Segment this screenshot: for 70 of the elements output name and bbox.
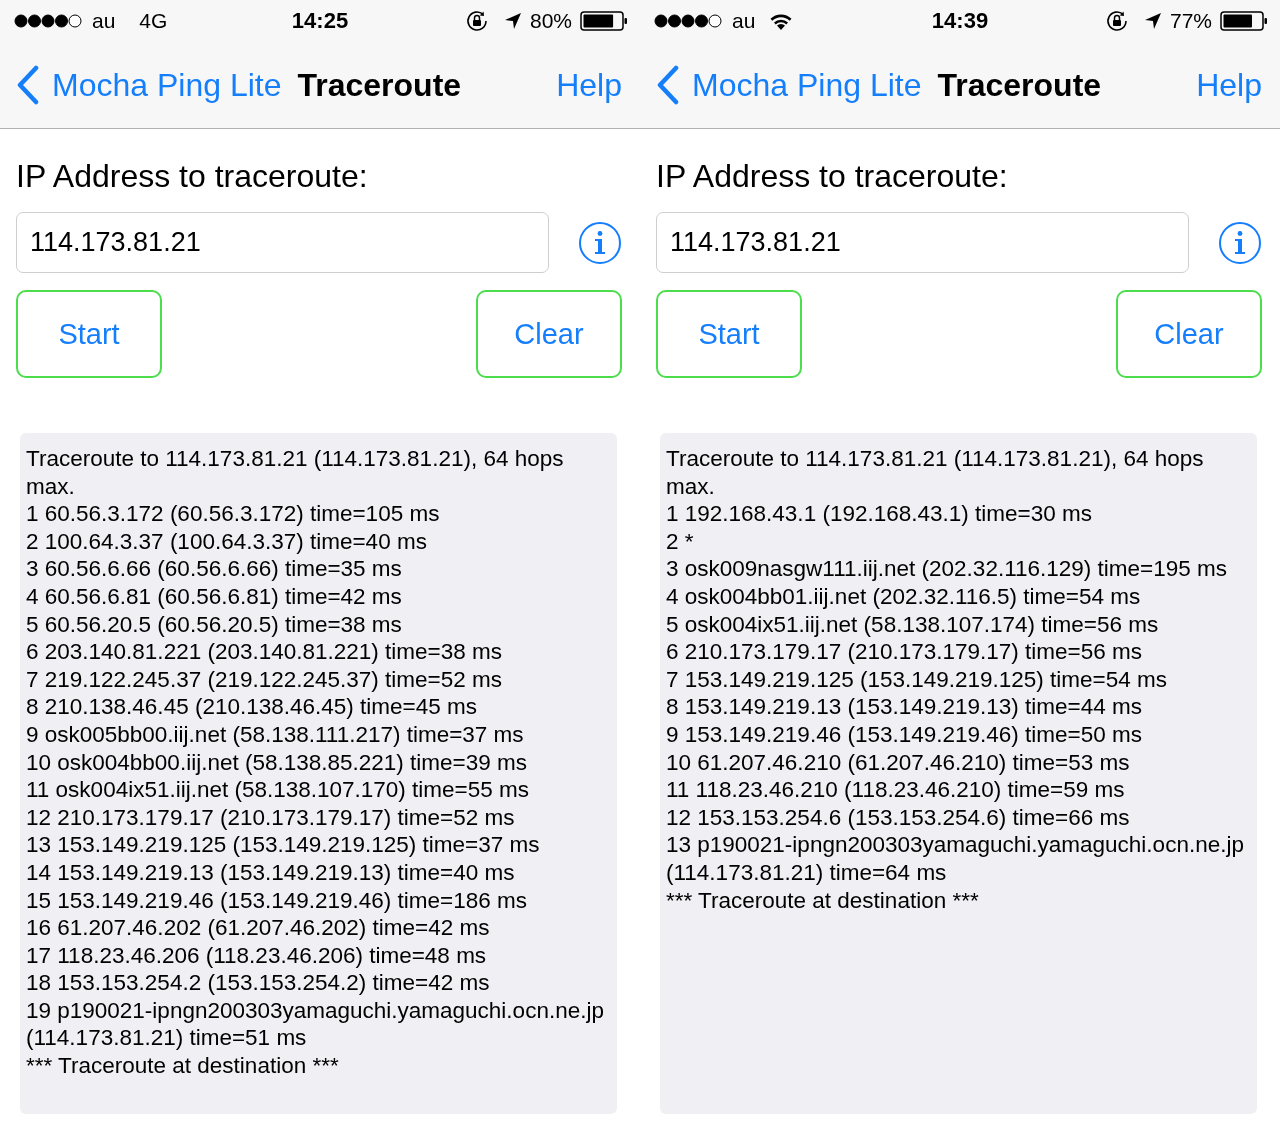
battery-percent: 80% xyxy=(529,9,572,33)
help-button[interactable]: Help xyxy=(556,66,622,104)
status-time: 14:39 xyxy=(931,8,989,34)
location-arrow-icon xyxy=(1143,12,1162,30)
output-line: 3 osk009nasgw111.iij.net (202.32.116.129) time=195 ms xyxy=(666,555,1228,583)
rotation-lock-icon xyxy=(1105,10,1130,32)
output-line: 4 osk004bb01.iij.net (202.32.116.5) time=54 ms xyxy=(666,582,1142,611)
output-line: 5 osk004ix51.iij.net (58.138.107.174) time=56 ms xyxy=(666,610,1160,639)
status-time: 14:25 xyxy=(291,8,349,34)
output-line: 17 118.23.46.206 (118.23.46.206) time=48 ms xyxy=(26,941,488,970)
address-label: IP Address to traceroute: xyxy=(16,158,369,195)
output-line: 5 60.56.20.5 (60.56.20.5) time=38 ms xyxy=(26,610,403,639)
chevron-left-icon xyxy=(656,65,680,105)
help-button[interactable]: Help xyxy=(1196,66,1262,104)
output-line: 8 153.149.219.13 (153.149.219.13) time=44 ms xyxy=(666,693,1143,721)
signal-dots-icon xyxy=(654,14,722,28)
output-line: 6 210.173.179.17 (210.173.179.17) time=56 ms xyxy=(666,638,1143,666)
chevron-left-icon xyxy=(16,65,40,105)
output-line: 7 219.122.245.37 (219.122.245.37) time=52 ms xyxy=(26,665,503,694)
output-line: 11 osk004ix51.iij.net (58.138.107.170) time=55 ms xyxy=(26,776,531,804)
info-icon[interactable] xyxy=(1218,220,1262,265)
output-line: 3 60.56.6.66 (60.56.6.66) time=35 ms xyxy=(26,555,403,583)
address-label: IP Address to traceroute: xyxy=(656,158,1009,195)
wifi-icon xyxy=(769,12,794,30)
output-line: 16 61.207.46.202 (61.207.46.202) time=42 ms xyxy=(26,914,491,942)
output-line: Traceroute to 114.173.81.21 (114.173.81.21), 64 hops max. xyxy=(666,445,1205,501)
output-line: 4 60.56.6.81 (60.56.6.81) time=42 ms xyxy=(26,582,403,611)
screen-title: Traceroute xyxy=(297,66,462,104)
info-icon[interactable] xyxy=(578,220,622,265)
output-line: 13 p190021-ipngn200303yamaguchi.yamaguchi.ocn.ne.jp (114.173.81.21) time=64 ms xyxy=(666,831,1245,887)
carrier-name: au xyxy=(732,9,756,33)
start-button[interactable]: Start xyxy=(656,290,802,378)
output-line: 2 * xyxy=(666,527,695,556)
output-line: 19 p190021-ipngn200303yamaguchi.yamaguchi.ocn.ne.jp (114.173.81.21) time=51 ms xyxy=(26,996,605,1053)
output-line: 11 118.23.46.210 (118.23.46.210) time=59 ms xyxy=(666,776,1126,804)
output-line: 7 153.149.219.125 (153.149.219.125) time=54 ms xyxy=(666,665,1168,694)
location-arrow-icon xyxy=(503,12,522,30)
output-line: 1 60.56.3.172 (60.56.3.172) time=105 ms xyxy=(26,500,441,528)
output-line: 10 61.207.46.210 (61.207.46.210) time=53 ms xyxy=(666,748,1131,777)
output-line: 10 osk004bb00.iij.net (58.138.85.221) time=39 ms xyxy=(26,748,528,777)
output-line: 12 210.173.179.17 (210.173.179.17) time=52 ms xyxy=(26,803,516,832)
battery-icon xyxy=(1220,11,1268,31)
output-line: *** Traceroute at destination *** xyxy=(666,886,980,915)
output-line: 14 153.149.219.13 (153.149.219.13) time=40 ms xyxy=(26,858,516,887)
output-line: *** Traceroute at destination *** xyxy=(26,1052,340,1080)
output-line: 18 153.153.254.2 (153.153.254.2) time=42 ms xyxy=(26,969,491,997)
address-input[interactable]: 114.173.81.21 xyxy=(656,212,1189,273)
carrier-name: au xyxy=(92,9,116,33)
screen-title: Traceroute xyxy=(937,66,1102,104)
rotation-lock-icon xyxy=(465,10,490,32)
back-button[interactable]: Mocha Ping Lite xyxy=(16,65,282,105)
battery-icon xyxy=(580,11,628,31)
address-input[interactable]: 114.173.81.21 xyxy=(16,212,549,273)
output-line: 8 210.138.46.45 (210.138.46.45) time=45 ms xyxy=(26,693,478,721)
signal-dots-icon xyxy=(14,14,82,28)
output-line: 1 192.168.43.1 (192.168.43.1) time=30 ms xyxy=(666,500,1093,528)
start-button[interactable]: Start xyxy=(16,290,162,378)
network-type: 4G xyxy=(139,9,168,33)
battery-percent: 77% xyxy=(1169,9,1212,33)
output-line: 9 153.149.219.46 (153.149.219.46) time=50 ms xyxy=(666,720,1143,749)
output-line: 2 100.64.3.37 (100.64.3.37) time=40 ms xyxy=(26,527,428,556)
clear-button[interactable]: Clear xyxy=(1116,290,1262,378)
clear-button[interactable]: Clear xyxy=(476,290,622,378)
output-line: 15 153.149.219.46 (153.149.219.46) time=186 ms xyxy=(26,886,528,915)
output-line: 12 153.153.254.6 (153.153.254.6) time=66 ms xyxy=(666,803,1131,832)
output-line: Traceroute to 114.173.81.21 (114.173.81.21), 64 hops max. xyxy=(26,445,565,501)
back-button[interactable]: Mocha Ping Lite xyxy=(656,65,922,105)
output-line: 9 osk005bb00.iij.net (58.138.111.217) time=37 ms xyxy=(26,720,525,749)
output-line: 13 153.149.219.125 (153.149.219.125) time=37 ms xyxy=(26,831,541,859)
output-line: 6 203.140.81.221 (203.140.81.221) time=38 ms xyxy=(26,638,503,666)
